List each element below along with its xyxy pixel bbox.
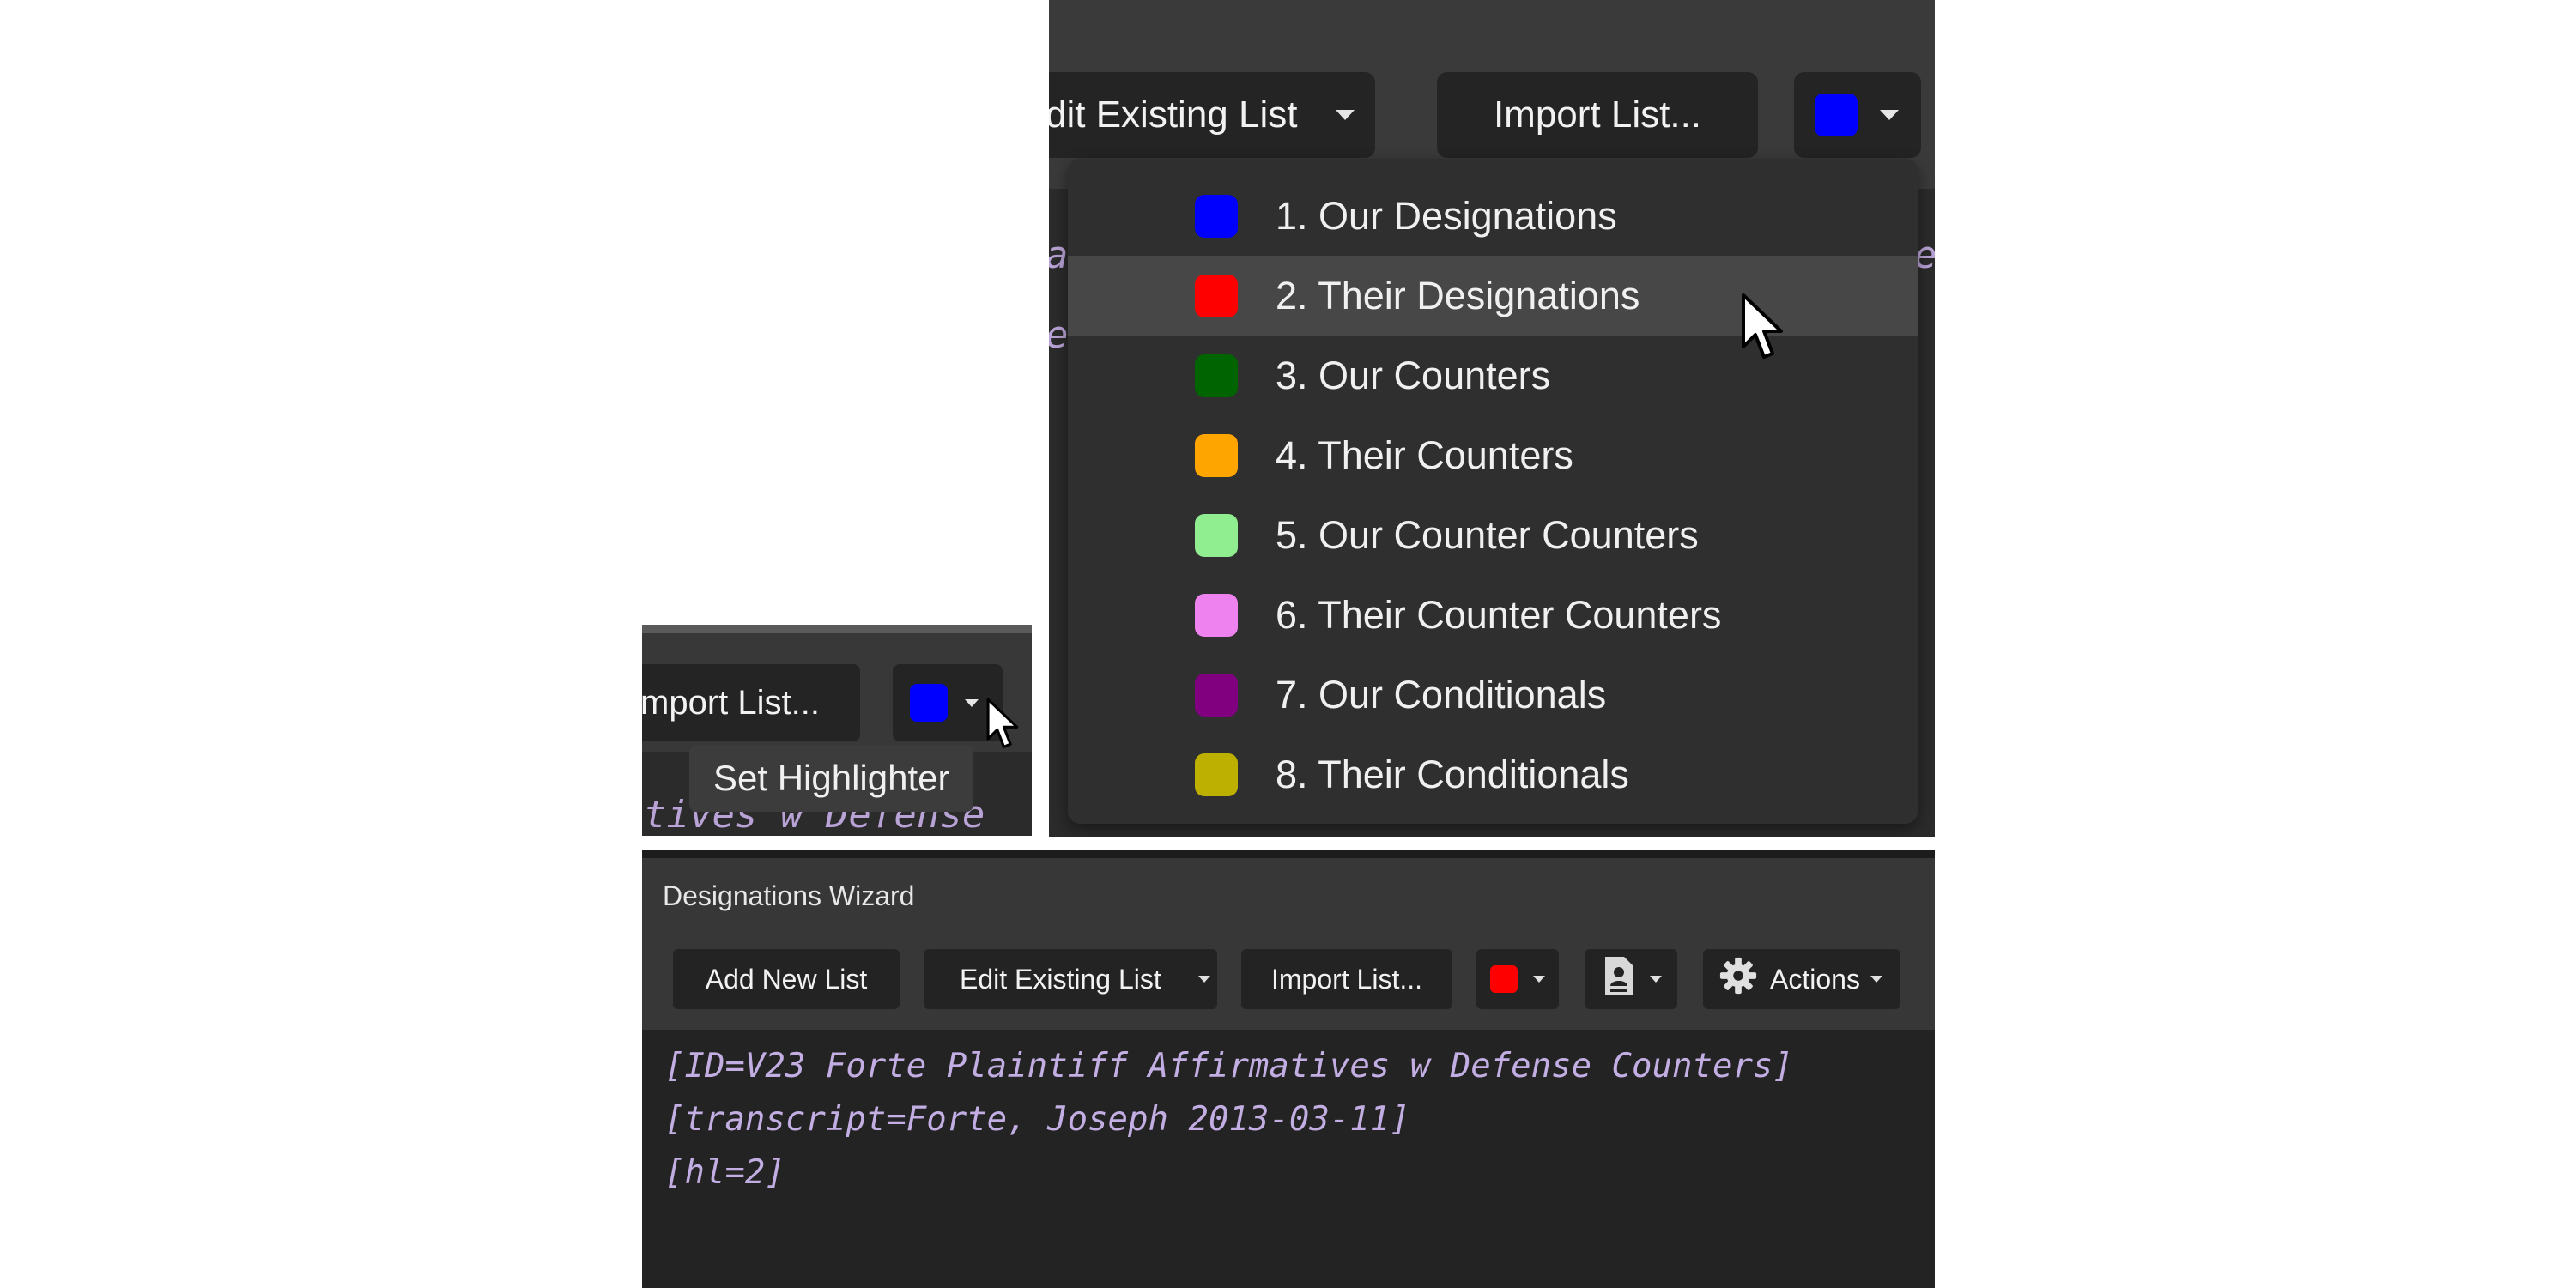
- color-swatch: [1195, 274, 1238, 317]
- color-swatch: [1195, 433, 1238, 477]
- mouse-pointer-icon: [1740, 292, 1791, 366]
- editor-line: [transcript=Forte, Joseph 2013-03-11]: [664, 1100, 1410, 1139]
- import-list-label: mport List...: [642, 683, 820, 722]
- chevron-down-icon: [965, 698, 979, 707]
- tooltip-text: Set Highlighter: [713, 758, 950, 798]
- zoomed-tooltip-panel: mport List... tives w Defense Set Highli…: [642, 625, 1032, 836]
- designations-wizard-window: Designations Wizard Add New List Edit Ex…: [642, 850, 1935, 1288]
- divider: [642, 850, 1935, 858]
- highlighter-button[interactable]: [1794, 72, 1921, 158]
- menu-item-label: 1. Our Designations: [1276, 193, 1617, 238]
- highlighter-color-swatch: [910, 684, 948, 722]
- color-swatch: [1195, 593, 1238, 637]
- color-swatch: [1195, 753, 1238, 796]
- menu-item-label: 5. Our Counter Counters: [1276, 512, 1699, 557]
- document-icon: [1602, 955, 1636, 1003]
- document-menu-button[interactable]: [1585, 949, 1677, 1009]
- import-list-label: Import List...: [1493, 94, 1702, 136]
- background-editor-fragment: a: [1049, 233, 1069, 277]
- menu-item-label: 3. Our Counters: [1276, 353, 1551, 397]
- set-highlighter-tooltip: Set Highlighter: [689, 745, 974, 812]
- chevron-down-icon: [1880, 110, 1899, 120]
- editor-line: [ID=V23 Forte Plaintiff Affirmatives w D…: [664, 1047, 1793, 1085]
- import-list-label: Import List...: [1270, 963, 1423, 995]
- mouse-pointer-icon: [985, 697, 1025, 753]
- import-list-button[interactable]: Import List...: [1241, 949, 1452, 1009]
- edit-existing-list-button[interactable]: Edit Existing List: [924, 949, 1217, 1009]
- editor-area[interactable]: [ID=V23 Forte Plaintiff Affirmatives w D…: [642, 1030, 1935, 1288]
- edit-existing-list-button[interactable]: dit Existing List: [1049, 72, 1375, 158]
- chevron-down-icon: [1650, 976, 1662, 983]
- add-new-list-button[interactable]: Add New List: [673, 949, 900, 1009]
- edit-existing-list-label: Edit Existing List: [960, 963, 1161, 995]
- chevron-down-icon: [1533, 976, 1545, 983]
- color-swatch: [1195, 194, 1238, 238]
- color-swatch: [1195, 513, 1238, 557]
- menu-item-their-conditionals[interactable]: 8. Their Conditionals: [1068, 735, 1918, 814]
- zoomed-highlighter-menu-panel: dit Existing List Import List... a e e 1…: [1049, 0, 1935, 837]
- actions-button[interactable]: Actions: [1703, 949, 1900, 1009]
- menu-item-our-designations[interactable]: 1. Our Designations: [1068, 176, 1918, 256]
- menu-item-our-conditionals[interactable]: 7. Our Conditionals: [1068, 655, 1918, 735]
- chevron-down-icon: [1198, 976, 1210, 983]
- chevron-down-icon: [1870, 976, 1882, 983]
- editor-line: [hl=2]: [664, 1153, 785, 1192]
- highlighter-dropdown-menu: 1. Our Designations 2. Their Designation…: [1068, 159, 1918, 824]
- divider: [642, 625, 1032, 633]
- menu-item-label: 8. Their Conditionals: [1276, 752, 1629, 796]
- menu-item-their-counters[interactable]: 4. Their Counters: [1068, 415, 1918, 495]
- add-new-list-label: Add New List: [705, 963, 868, 995]
- import-list-button[interactable]: mport List...: [642, 664, 860, 741]
- menu-item-their-counter-counters[interactable]: 6. Their Counter Counters: [1068, 575, 1918, 655]
- menu-item-label: 2. Their Designations: [1276, 273, 1640, 317]
- highlighter-button[interactable]: [1476, 949, 1559, 1009]
- highlighter-color-swatch: [1490, 965, 1518, 993]
- menu-item-label: 4. Their Counters: [1276, 432, 1573, 477]
- chevron-down-icon: [1336, 110, 1355, 120]
- edit-existing-list-label: dit Existing List: [1049, 94, 1298, 136]
- import-list-button[interactable]: Import List...: [1437, 72, 1758, 158]
- menu-item-our-counter-counters[interactable]: 5. Our Counter Counters: [1068, 495, 1918, 575]
- color-swatch: [1195, 673, 1238, 717]
- menu-item-label: 6. Their Counter Counters: [1276, 592, 1722, 637]
- window-title: Designations Wizard: [663, 880, 915, 911]
- color-swatch: [1195, 354, 1238, 397]
- highlighter-color-swatch: [1815, 94, 1858, 136]
- actions-label: Actions: [1770, 963, 1860, 995]
- menu-item-label: 7. Our Conditionals: [1276, 672, 1607, 717]
- background-editor-fragment: e: [1049, 313, 1069, 357]
- gear-icon: [1718, 956, 1758, 1002]
